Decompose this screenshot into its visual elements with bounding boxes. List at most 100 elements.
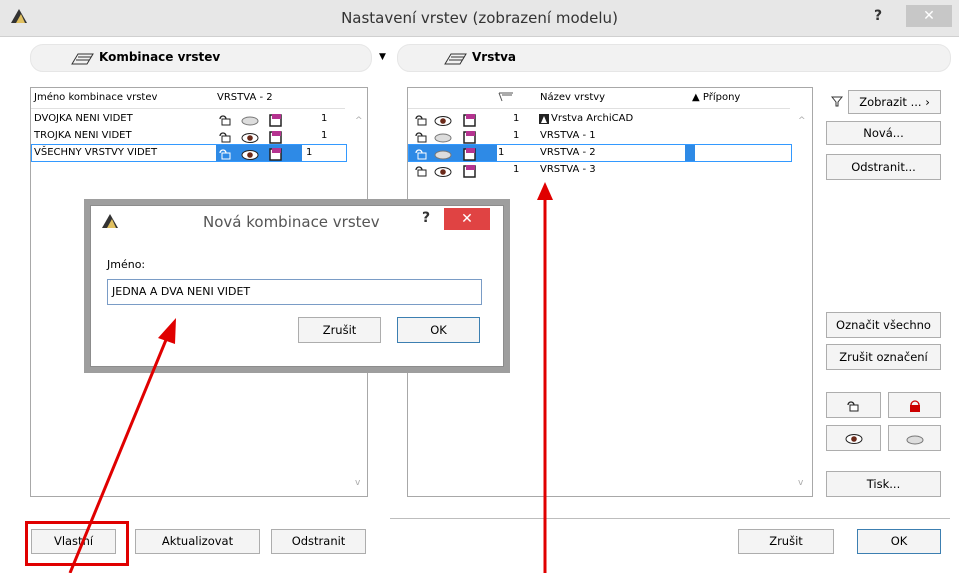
layer-header-icon (498, 92, 513, 102)
unlock-icon (219, 132, 231, 143)
ok-button[interactable]: OK (857, 529, 941, 554)
layer-num: 1 (513, 164, 520, 175)
solid-model-icon (463, 165, 476, 178)
column-extensions[interactable]: ▲ Přípony (692, 92, 740, 103)
list-item-selected[interactable]: VŠECHNY VRSTVY VIDET 1 (31, 144, 347, 162)
row-icons (415, 148, 476, 161)
show-all-button[interactable] (826, 425, 881, 451)
layer-num: 1 (513, 113, 520, 124)
list-item[interactable]: DVOJKA NENI VIDET 1 (31, 111, 345, 127)
dialog-help-button[interactable]: ? (422, 210, 430, 226)
hidden-icon (434, 150, 452, 160)
layer-name: VRSTVA - 1 (540, 130, 596, 141)
layer-combination-icon (71, 53, 94, 65)
select-all-button[interactable]: Označit všechno (826, 312, 941, 338)
layer-num: 1 (498, 147, 505, 158)
combination-name-input[interactable]: JEDNA A DVA NENI VIDET (107, 279, 482, 305)
list-header: Jméno kombinace vrstev VRSTVA - 2 (31, 88, 345, 109)
footer-divider (390, 518, 950, 519)
deselect-button[interactable]: Zrušit označení (826, 344, 941, 370)
chevron-right-icon: › (925, 95, 930, 109)
eye-icon (845, 434, 863, 444)
unlock-icon (415, 149, 427, 160)
scroll-up-icon[interactable]: ^ (355, 116, 363, 126)
solid-model-icon (463, 131, 476, 144)
combination-num: 1 (306, 147, 313, 158)
dialog-title: Nová kombinace vrstev (203, 213, 380, 231)
remove-combination-button[interactable]: Odstranit (271, 529, 366, 554)
print-button[interactable]: Tisk... (826, 471, 941, 497)
window-close-button[interactable]: ✕ (906, 5, 952, 27)
new-layer-button[interactable]: Nová... (826, 121, 941, 145)
help-button[interactable]: ? (874, 8, 882, 24)
unlock-icon (219, 149, 231, 160)
dialog-cancel-button[interactable]: Zrušit (298, 317, 381, 343)
solid-model-icon (269, 114, 282, 127)
title-bar: Nastavení vrstev (zobrazení modelu) ? ✕ (0, 0, 959, 37)
table-row-selected[interactable]: 1 VRSTVA - 2 (408, 144, 792, 162)
row-icons (415, 165, 476, 178)
lock-all-button[interactable] (888, 392, 941, 418)
scroll-down-icon[interactable]: v (798, 478, 803, 488)
layers-title: Vrstva (472, 50, 517, 64)
table-row[interactable]: 1 VRSTVA - 1 (408, 128, 790, 144)
archicad-logo-icon (102, 214, 118, 228)
column-current-layer[interactable]: VRSTVA - 2 (217, 92, 273, 103)
combination-name: VŠECHNY VRSTVY VIDET (34, 147, 158, 158)
row-icons (219, 114, 282, 127)
scroll-down-icon[interactable]: v (355, 478, 360, 488)
unlock-icon (847, 401, 859, 412)
unlock-all-button[interactable] (826, 392, 881, 418)
hidden-icon (906, 435, 924, 445)
combination-num: 1 (321, 113, 328, 124)
column-layer-name[interactable]: Název vrstvy (540, 92, 605, 103)
extension-highlight (685, 145, 695, 161)
unlock-icon (415, 132, 427, 143)
filter-icon[interactable] (831, 95, 843, 107)
row-icons (415, 131, 476, 144)
panel-divider-arrow[interactable]: ▼ (379, 52, 386, 62)
layer-name: VRSTVA - 2 (540, 147, 596, 158)
solid-model-icon (463, 148, 476, 161)
layer-name: Vrstva ArchiCAD (551, 113, 634, 124)
layer-combinations-title: Kombinace vrstev (99, 50, 221, 64)
scroll-up-icon[interactable]: ^ (798, 116, 806, 126)
row-icons (219, 131, 282, 144)
table-row[interactable]: 1 Vrstva ArchiCAD (408, 111, 790, 127)
row-icons (219, 148, 282, 161)
cancel-button[interactable]: Zrušit (738, 529, 834, 554)
combination-name: TROJKA NENI VIDET (34, 130, 132, 141)
layer-icon (444, 53, 467, 65)
solid-model-icon (463, 114, 476, 127)
name-label: Jméno: (107, 258, 146, 271)
layer-combinations-header: Kombinace vrstev (30, 44, 372, 72)
dialog-ok-button[interactable]: OK (397, 317, 480, 343)
custom-button[interactable]: Vlastní (31, 529, 116, 554)
combination-num: 1 (321, 130, 328, 141)
hidden-icon (434, 133, 452, 143)
eye-icon (241, 150, 259, 160)
column-combination-name[interactable]: Jméno kombinace vrstev (34, 92, 157, 103)
input-value: JEDNA A DVA NENI VIDET (112, 285, 251, 298)
dialog-close-button[interactable]: ✕ (444, 208, 490, 230)
solid-model-icon (269, 131, 282, 144)
show-button[interactable]: Zobrazit ... › (848, 90, 941, 114)
window-title: Nastavení vrstev (zobrazení modelu) (341, 9, 618, 27)
show-label: Zobrazit ... (859, 95, 922, 109)
unlock-icon (415, 115, 427, 126)
layer-num: 1 (513, 130, 520, 141)
lock-icon (910, 400, 920, 412)
list-item[interactable]: TROJKA NENI VIDET 1 (31, 128, 345, 144)
delete-layer-button[interactable]: Odstranit... (826, 154, 941, 180)
row-icons (415, 114, 476, 127)
unlock-icon (415, 166, 427, 177)
new-combination-dialog: Nová kombinace vrstev ? ✕ Jméno: JEDNA A… (90, 205, 504, 367)
combination-name: DVOJKA NENI VIDET (34, 113, 133, 124)
update-button[interactable]: Aktualizovat (135, 529, 260, 554)
list-header: Název vrstvy ▲ Přípony (408, 88, 790, 109)
hide-all-button[interactable] (888, 425, 941, 451)
archicad-layer-icon (539, 114, 549, 124)
eye-icon (241, 133, 259, 143)
eye-icon (434, 167, 452, 177)
table-row[interactable]: 1 VRSTVA - 3 (408, 162, 790, 178)
